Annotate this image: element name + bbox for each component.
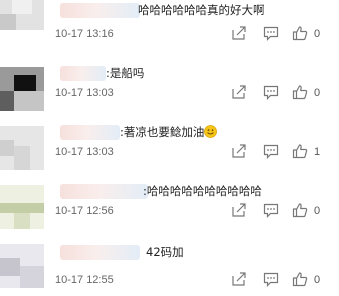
- share-icon[interactable]: [231, 84, 247, 100]
- avatar-pixel: [0, 140, 14, 156]
- avatar-pixel: [14, 91, 44, 111]
- username-blurred[interactable]: [60, 66, 106, 81]
- thumbs-up-icon[interactable]: [292, 143, 308, 159]
- comment-icon[interactable]: [263, 271, 279, 287]
- comment-item: 42码加 10-17 12:55 0: [0, 236, 339, 295]
- comment-item: :是船吗 10-17 13:03 0: [0, 59, 339, 118]
- comment-text: :是船吗: [106, 66, 145, 80]
- avatar-pixel: [0, 91, 14, 111]
- comment-time: 10-17 13:03: [55, 87, 114, 99]
- comment-time: 10-17 13:16: [55, 28, 114, 40]
- comment-icon[interactable]: [263, 202, 279, 218]
- avatar-pixel: [14, 75, 36, 91]
- comment-item: :哈哈哈哈哈哈哈哈哈哈 10-17 12:56 0: [0, 177, 339, 236]
- avatar-pixel: [0, 203, 44, 213]
- username-blurred[interactable]: [60, 125, 120, 140]
- comment-text-content: :著凉也要鲶加油: [120, 125, 205, 139]
- comment-icon[interactable]: [263, 143, 279, 159]
- avatar-pixel: [14, 213, 30, 229]
- share-icon[interactable]: [231, 202, 247, 218]
- thumbs-up-icon[interactable]: [292, 202, 308, 218]
- like-count: 1: [314, 146, 321, 158]
- like-count: 0: [314, 87, 321, 99]
- thumbs-up-icon[interactable]: [292, 84, 308, 100]
- avatar[interactable]: [0, 185, 44, 229]
- avatar-pixel: [0, 258, 20, 276]
- avatar-pixel: [12, 0, 32, 14]
- username-blurred[interactable]: [60, 184, 148, 199]
- avatar[interactable]: [0, 67, 44, 111]
- comment-item: 哈哈哈哈哈哈真的好大啊 10-17 13:16 0: [0, 0, 339, 59]
- smile-emoji-icon: [204, 125, 218, 138]
- share-icon[interactable]: [231, 143, 247, 159]
- like-count: 0: [314, 205, 321, 217]
- avatar-pixel: [20, 266, 44, 288]
- avatar[interactable]: [0, 0, 44, 30]
- comment-icon[interactable]: [263, 84, 279, 100]
- like-count: 0: [314, 274, 321, 286]
- username-blurred[interactable]: [60, 3, 140, 18]
- comment-time: 10-17 12:55: [55, 274, 114, 286]
- share-icon[interactable]: [231, 25, 247, 41]
- like-count: 0: [314, 28, 321, 40]
- comment-text: 42码加: [146, 245, 184, 259]
- comment-text: 哈哈哈哈哈哈真的好大啊: [138, 3, 265, 17]
- avatar-pixel: [14, 146, 30, 170]
- comment-text: :哈哈哈哈哈哈哈哈哈哈: [143, 184, 262, 198]
- comment-icon[interactable]: [263, 25, 279, 41]
- avatar-pixel: [0, 14, 16, 30]
- avatar[interactable]: [0, 126, 44, 170]
- comment-time: 10-17 12:56: [55, 205, 114, 217]
- comment-text: :著凉也要鲶加油: [120, 125, 218, 140]
- thumbs-up-icon[interactable]: [292, 271, 308, 287]
- username-blurred[interactable]: [60, 245, 140, 260]
- share-icon[interactable]: [231, 271, 247, 287]
- thumbs-up-icon[interactable]: [292, 25, 308, 41]
- comment-item: :著凉也要鲶加油 10-17 13:03 1: [0, 118, 339, 177]
- comment-time: 10-17 13:03: [55, 146, 114, 158]
- avatar[interactable]: [0, 244, 44, 288]
